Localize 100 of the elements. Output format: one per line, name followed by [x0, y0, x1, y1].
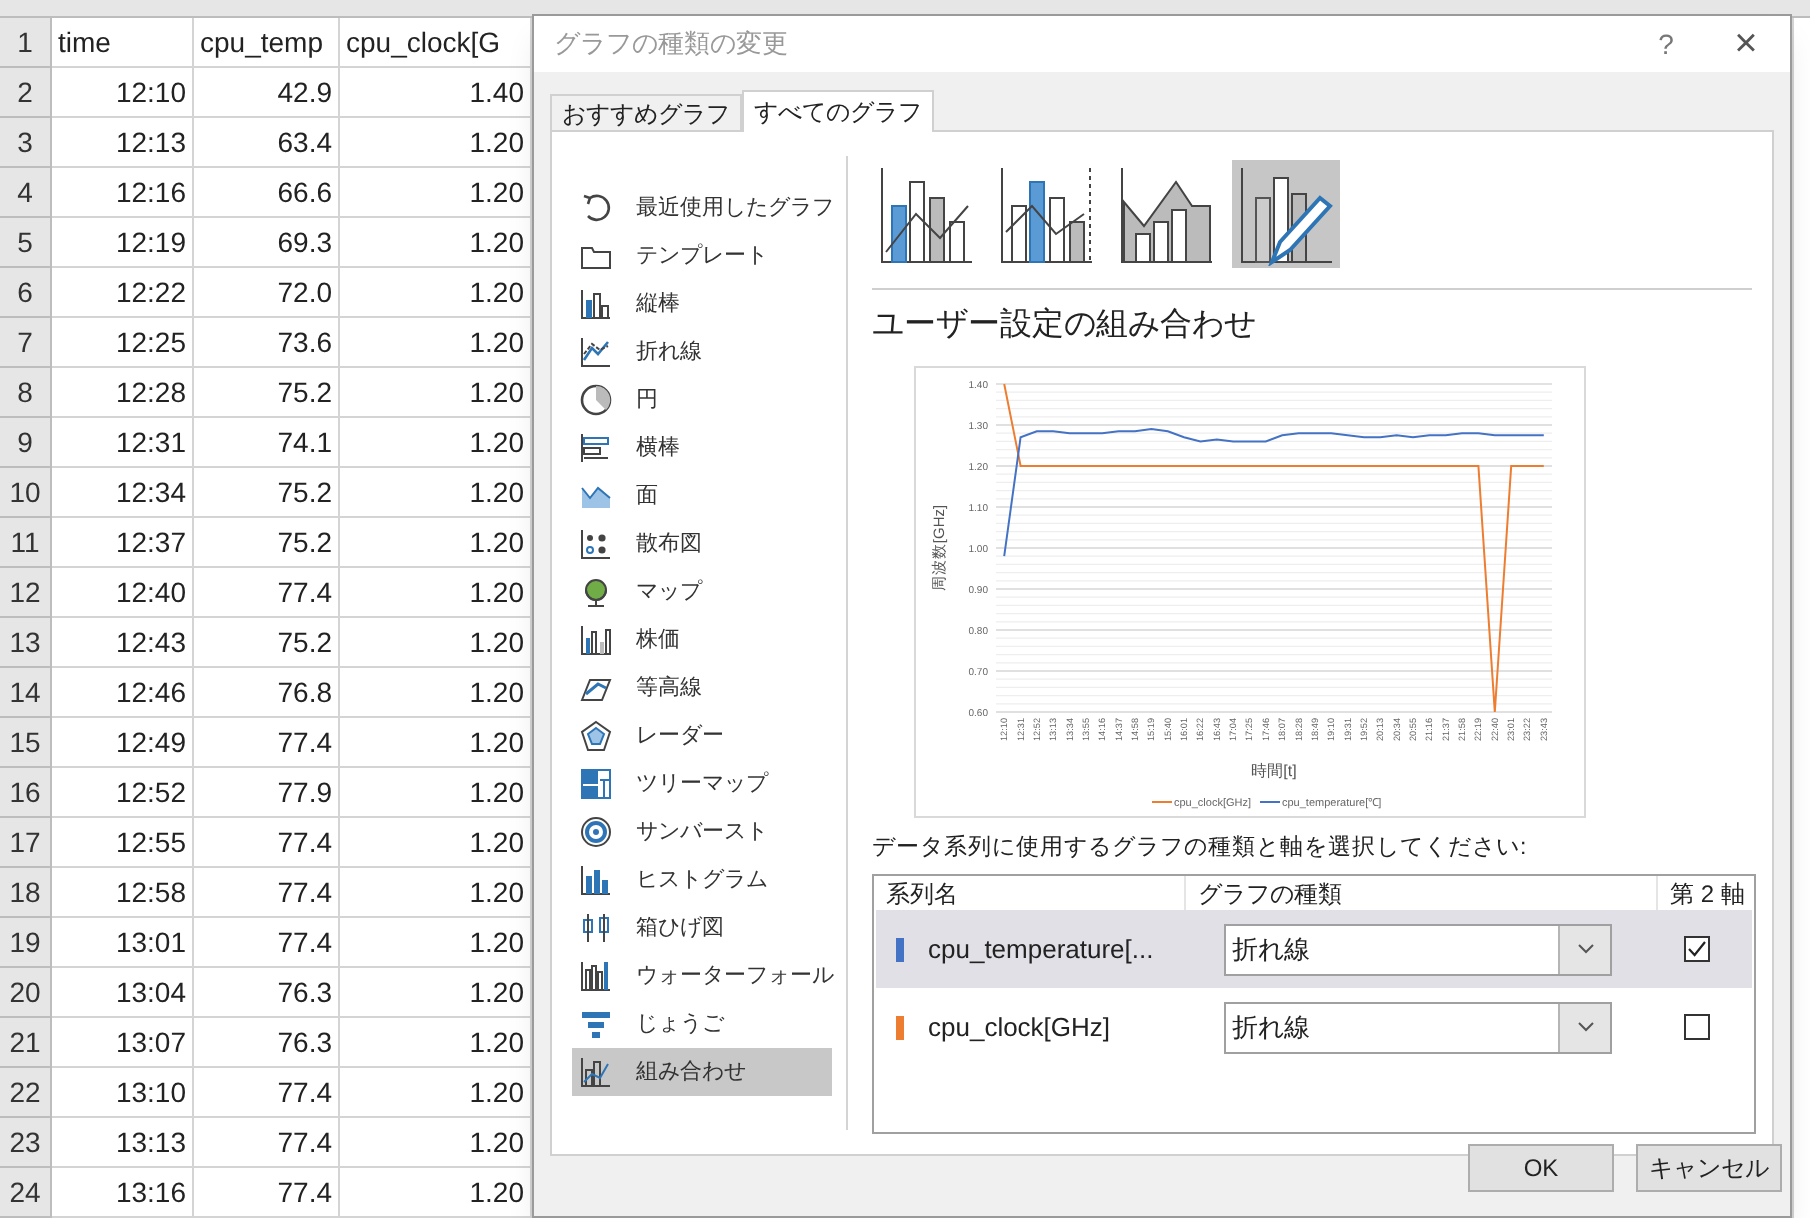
row-header[interactable]: 1: [0, 18, 52, 68]
table-cell: 12:55: [52, 818, 194, 868]
pie-chart-icon: [580, 384, 612, 416]
tab[interactable]: すべてのグラフ: [742, 90, 934, 132]
row-header[interactable]: 7: [0, 318, 52, 368]
combo-chart-icon: [996, 162, 1096, 266]
sidebar-item[interactable]: ウォーターフォール: [572, 952, 832, 1000]
row-header[interactable]: 17: [0, 818, 52, 868]
sidebar-item[interactable]: テンプレート: [572, 232, 832, 280]
area-bar-chart-icon: [1116, 162, 1216, 266]
dialog-button[interactable]: キャンセル: [1636, 1144, 1782, 1192]
table-cell: 12:34: [52, 468, 194, 518]
box-plot-icon: [580, 912, 612, 944]
table-cell: 12:40: [52, 568, 194, 618]
table-cell: 72.0: [194, 268, 340, 318]
table-cell: 63.4: [194, 118, 340, 168]
row-header[interactable]: 14: [0, 668, 52, 718]
chart-subtype-button[interactable]: [1232, 160, 1340, 268]
table-cell: 42.9: [194, 68, 340, 118]
column-header: 系列名: [884, 877, 960, 912]
series-row[interactable]: cpu_temperature[... 折れ線: [876, 910, 1752, 989]
sidebar-item[interactable]: 折れ線: [572, 328, 832, 376]
row-header[interactable]: 9: [0, 418, 52, 468]
combo-chart-icon: [580, 1056, 612, 1088]
sidebar-item[interactable]: 株価: [572, 616, 832, 664]
row-header[interactable]: 4: [0, 168, 52, 218]
sidebar-item[interactable]: ヒストグラム: [572, 856, 832, 904]
row-header[interactable]: 13: [0, 618, 52, 668]
sidebar-item[interactable]: 散布図: [572, 520, 832, 568]
row-header[interactable]: 10: [0, 468, 52, 518]
series-name: cpu_temperature[...: [928, 932, 1156, 968]
stock-chart-icon: [580, 624, 612, 656]
table-cell: 75.2: [194, 468, 340, 518]
row-header[interactable]: 18: [0, 868, 52, 918]
table-cell: 12:43: [52, 618, 194, 668]
table-cell: 77.4: [194, 868, 340, 918]
table-cell: 12:52: [52, 768, 194, 818]
sunburst-icon: [580, 816, 612, 848]
series-row[interactable]: cpu_clock[GHz] 折れ線: [876, 988, 1752, 1067]
treemap-icon: [580, 768, 612, 800]
chart-type-dropdown[interactable]: 折れ線: [1224, 1001, 1612, 1054]
sidebar-item[interactable]: 円: [572, 376, 832, 424]
checkbox[interactable]: [1684, 1014, 1710, 1041]
table-cell: cpu_temp: [194, 18, 340, 68]
row-header[interactable]: 21: [0, 1018, 52, 1068]
checkbox[interactable]: [1684, 936, 1710, 963]
table-cell: 12:22: [52, 268, 194, 318]
close-button[interactable]: ×: [1726, 24, 1766, 64]
table-cell: 13:16: [52, 1168, 194, 1218]
row-header[interactable]: 12: [0, 568, 52, 618]
pencil-chart-icon: [1236, 162, 1336, 266]
column-chart-icon: [580, 288, 612, 320]
table-cell: 12:16: [52, 168, 194, 218]
table-cell: 77.4: [194, 818, 340, 868]
row-header[interactable]: 16: [0, 768, 52, 818]
row-header[interactable]: 5: [0, 218, 52, 268]
sidebar-item[interactable]: 箱ひげ図: [572, 904, 832, 952]
table-cell: 75.2: [194, 368, 340, 418]
row-header[interactable]: 8: [0, 368, 52, 418]
line-chart-icon: [580, 336, 612, 368]
row-header[interactable]: 19: [0, 918, 52, 968]
row-header[interactable]: 2: [0, 68, 52, 118]
radar-chart-icon: [580, 720, 612, 752]
sidebar-item[interactable]: マップ: [572, 568, 832, 616]
row-header[interactable]: 11: [0, 518, 52, 568]
table-cell: 13:07: [52, 1018, 194, 1068]
sidebar-item[interactable]: じょうご: [572, 1000, 832, 1048]
sidebar-item[interactable]: 縦棒: [572, 280, 832, 328]
sidebar-item[interactable]: 面: [572, 472, 832, 520]
dialog-button[interactable]: OK: [1468, 1144, 1614, 1192]
table-cell: 74.1: [194, 418, 340, 468]
table-cell: 77.4: [194, 918, 340, 968]
table-cell: 69.3: [194, 218, 340, 268]
sidebar-item[interactable]: 最近使用したグラフ: [572, 184, 832, 232]
table-cell: 77.4: [194, 1068, 340, 1118]
table-cell: 12:31: [52, 418, 194, 468]
table-cell: 12:46: [52, 668, 194, 718]
row-header[interactable]: 24: [0, 1168, 52, 1218]
row-header[interactable]: 22: [0, 1068, 52, 1118]
series-name: cpu_clock[GHz]: [928, 1010, 1113, 1046]
sidebar-item[interactable]: ツリーマップ: [572, 760, 832, 808]
row-header[interactable]: 6: [0, 268, 52, 318]
section-heading: ユーザー設定の組み合わせ: [872, 305, 1258, 346]
tab[interactable]: おすすめグラフ: [550, 94, 742, 130]
row-header[interactable]: 3: [0, 118, 52, 168]
row-header[interactable]: 20: [0, 968, 52, 1018]
table-cell: 12:25: [52, 318, 194, 368]
sidebar-item[interactable]: 等高線: [572, 664, 832, 712]
row-header[interactable]: 15: [0, 718, 52, 768]
sidebar-item[interactable]: 組み合わせ: [572, 1048, 832, 1096]
undo-icon: [580, 192, 612, 224]
sidebar-item[interactable]: レーダー: [572, 712, 832, 760]
chart-type-dropdown[interactable]: 折れ線: [1224, 923, 1612, 976]
funnel-icon: [580, 1008, 612, 1040]
row-header[interactable]: 23: [0, 1118, 52, 1168]
sidebar-item[interactable]: サンバースト: [572, 808, 832, 856]
sidebar-item[interactable]: 横棒: [572, 424, 832, 472]
histogram-icon: [580, 864, 612, 896]
help-button[interactable]: ?: [1646, 23, 1686, 65]
table-cell: 75.2: [194, 518, 340, 568]
